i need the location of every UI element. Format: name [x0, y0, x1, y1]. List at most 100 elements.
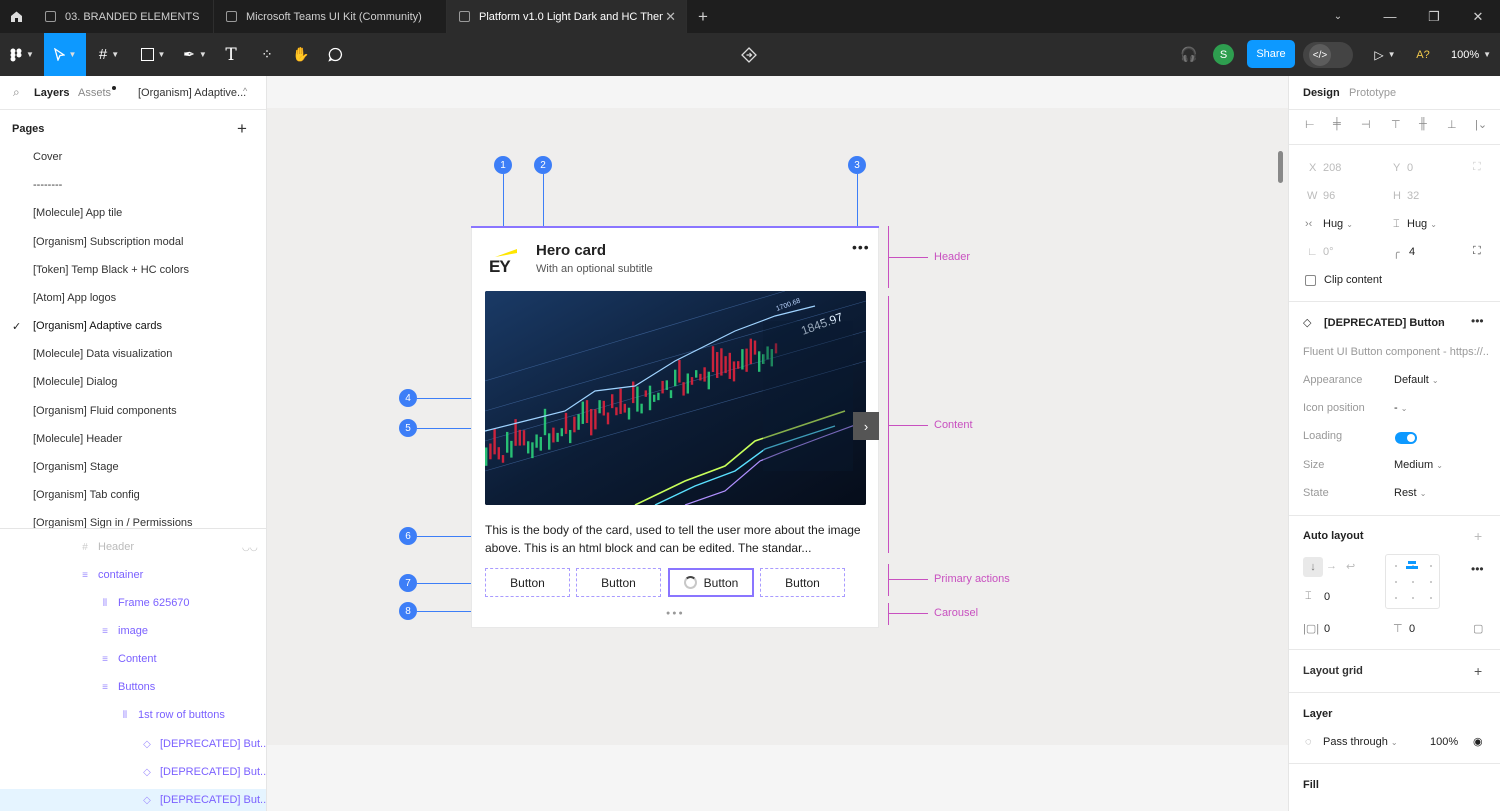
new-tab-button[interactable]: + [690, 0, 716, 33]
tab-design[interactable]: Design [1303, 87, 1340, 99]
shape-tool-button[interactable]: ▼ [134, 33, 172, 76]
main-menu-button[interactable]: ▼ [0, 33, 44, 76]
tab-teams-ui-kit[interactable]: Microsoft Teams UI Kit (Community) [214, 0, 447, 33]
independent-corners-icon[interactable]: ⛶ [1473, 245, 1481, 258]
card-button-1[interactable]: Button [485, 568, 570, 597]
layer-row[interactable]: ◇ [DEPRECATED] But... [140, 766, 266, 778]
constraints-icon[interactable]: ⛶ [1473, 161, 1481, 174]
page-selector[interactable]: [Organism] Adaptive... [138, 87, 246, 99]
card-button-loading[interactable]: Button [668, 568, 754, 597]
align-bottom-icon[interactable]: ⊥ [1447, 118, 1457, 131]
chevron-down-icon[interactable]: ⌄ [1437, 316, 1445, 327]
arrow-right-icon[interactable]: → [1326, 560, 1337, 572]
page-item[interactable]: [Organism] Tab config [33, 489, 140, 501]
hug-width-select[interactable]: Hug ⌄ [1323, 218, 1353, 230]
component-actions-button[interactable] [736, 33, 762, 76]
canvas[interactable]: 1 2 3 4 5 6 7 8 EY Hero card With an opt… [267, 76, 1288, 811]
rotation-field[interactable]: 0° [1323, 246, 1334, 258]
dev-mode-toggle[interactable]: </> [1303, 42, 1353, 68]
page-item[interactable]: [Organism] Fluid components [33, 405, 177, 417]
vertical-padding-field[interactable]: 0 [1409, 623, 1415, 635]
share-button[interactable]: Share [1247, 40, 1295, 68]
page-item-current[interactable]: [Organism] Adaptive cards [33, 320, 162, 332]
wrap-icon[interactable]: ↩ [1346, 560, 1355, 573]
align-center-h-icon[interactable]: ╪ [1333, 118, 1341, 130]
zoom-menu[interactable]: 100% ▼ [1448, 33, 1494, 76]
align-right-icon[interactable]: ⊣ [1361, 118, 1371, 131]
tab-prototype[interactable]: Prototype [1349, 87, 1396, 99]
hidden-eye-icon[interactable]: ◡◡ [242, 542, 258, 553]
vertical-direction-button[interactable]: ↓ [1303, 557, 1323, 577]
page-item[interactable]: [Molecule] Dialog [33, 376, 117, 388]
card-button-4[interactable]: Button [760, 568, 845, 597]
text-tool-button[interactable]: T [218, 33, 244, 76]
blend-mode-select[interactable]: Pass through ⌄ [1323, 736, 1398, 748]
layer-row[interactable]: ≡ Content [98, 653, 156, 665]
distribute-icon[interactable]: |⌄ [1475, 118, 1487, 131]
home-button[interactable] [0, 0, 32, 33]
chevron-down-icon[interactable]: ⌄ [1316, 0, 1360, 33]
y-field[interactable]: 0 [1407, 162, 1413, 174]
page-item[interactable]: [Organism] Subscription modal [33, 236, 183, 248]
horizontal-padding-field[interactable]: 0 [1324, 623, 1330, 635]
hug-height-select[interactable]: Hug ⌄ [1407, 218, 1437, 230]
card-button-2[interactable]: Button [576, 568, 661, 597]
loading-toggle[interactable] [1395, 432, 1417, 444]
layer-row[interactable]: ⦀ Frame 625670 [98, 597, 190, 609]
component-description[interactable]: Fluent UI Button component - https://... [1303, 346, 1488, 358]
hero-card[interactable]: EY Hero card With an optional subtitle •… [471, 226, 879, 628]
component-name[interactable]: [DEPRECATED] Button [1324, 317, 1445, 329]
layer-row[interactable]: ≡ image [98, 625, 148, 637]
accessibility-button[interactable]: A? [1410, 33, 1436, 76]
opacity-field[interactable]: 100% [1430, 736, 1458, 748]
tab-assets[interactable]: Assets [78, 87, 111, 99]
page-item[interactable]: [Organism] Stage [33, 461, 119, 473]
clip-content-checkbox[interactable] [1305, 275, 1316, 286]
align-center-v-icon[interactable]: ╫ [1419, 118, 1427, 130]
alignment-grid[interactable] [1385, 554, 1440, 609]
page-item[interactable]: [Molecule] Header [33, 433, 122, 445]
move-tool-button[interactable]: ▼ [44, 33, 86, 76]
add-icon[interactable]: + [1474, 528, 1482, 544]
tab-platform[interactable]: Platform v1.0 Light Dark and HC Theme ✕ [447, 0, 687, 33]
page-item[interactable]: [Token] Temp Black + HC colors [33, 264, 189, 276]
close-tab-icon[interactable]: ✕ [665, 9, 676, 25]
layer-row-selected[interactable]: ◇ [DEPRECATED] But... [140, 794, 266, 806]
page-item[interactable]: -------- [33, 179, 62, 191]
gap-field[interactable]: 0 [1324, 591, 1330, 603]
search-icon[interactable]: ⌕ [13, 85, 20, 100]
add-icon[interactable]: + [1474, 663, 1482, 679]
more-options-icon[interactable]: ••• [1471, 314, 1484, 328]
close-window-button[interactable]: ✕ [1456, 0, 1500, 33]
tab-branded-elements[interactable]: 03. BRANDED ELEMENTS [33, 0, 214, 33]
eye-icon[interactable]: ◉ [1473, 735, 1483, 748]
pen-tool-button[interactable]: ✒ ▼ [176, 33, 214, 76]
icon-position-select[interactable]: - ⌄ [1394, 402, 1407, 414]
hand-tool-button[interactable]: ✋ [288, 33, 314, 76]
present-button[interactable]: ▷ ▼ [1366, 33, 1404, 76]
state-select[interactable]: Rest ⌄ [1394, 487, 1426, 499]
page-item[interactable]: [Molecule] App tile [33, 207, 122, 219]
corner-radius-field[interactable]: 4 [1409, 246, 1415, 258]
tab-layers[interactable]: Layers [34, 87, 69, 99]
align-left-icon[interactable]: ⊢ [1305, 118, 1315, 131]
layer-row[interactable]: ≡ Buttons [98, 681, 155, 693]
carousel-next-button[interactable]: › [853, 412, 879, 440]
h-field[interactable]: 32 [1407, 190, 1419, 202]
x-field[interactable]: 208 [1323, 162, 1341, 174]
chevron-up-icon[interactable]: ^ [243, 86, 247, 96]
align-top-icon[interactable]: ⊤ [1391, 118, 1401, 131]
appearance-select[interactable]: Default ⌄ [1394, 374, 1439, 386]
page-item[interactable]: Cover [33, 151, 62, 163]
comment-tool-button[interactable] [322, 33, 348, 76]
canvas-scrollbar[interactable] [1278, 151, 1283, 183]
resources-button[interactable]: ⁘ [254, 33, 280, 76]
carousel-dots[interactable]: ●●● [666, 610, 685, 617]
pages-divider[interactable] [0, 528, 266, 529]
avatar[interactable]: S [1213, 44, 1234, 65]
add-page-icon[interactable]: + [237, 119, 247, 139]
audio-button[interactable]: 🎧 [1176, 33, 1202, 76]
layer-row[interactable]: ⦀ 1st row of buttons [118, 709, 225, 721]
restore-button[interactable]: ❐ [1412, 0, 1456, 33]
layer-row[interactable]: ◇ [DEPRECATED] But... [140, 738, 266, 750]
